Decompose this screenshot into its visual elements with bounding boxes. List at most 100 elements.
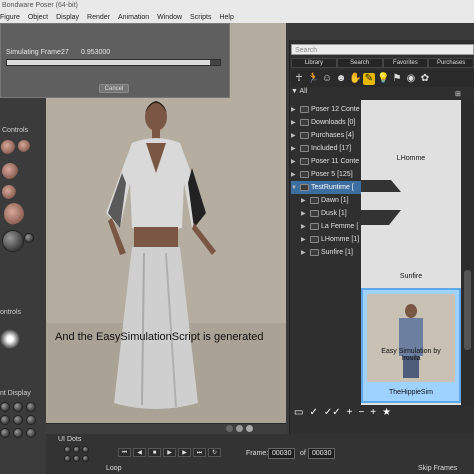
menu-help[interactable]: Help	[219, 12, 233, 23]
cameras-icon[interactable]: ⚑	[391, 73, 403, 85]
display-style-icon[interactable]	[26, 428, 36, 438]
hair-icon[interactable]: ☻	[335, 73, 347, 85]
hands-icon[interactable]: ✋	[349, 73, 361, 85]
ui-dot-icon[interactable]	[73, 446, 80, 453]
current-frame-field[interactable]: 00030	[268, 448, 296, 459]
library-tree-item[interactable]: ▶ Purchases [4]	[291, 129, 361, 142]
display-style-icon[interactable]	[13, 428, 23, 438]
loop-toggle-button[interactable]: ↻	[208, 448, 221, 457]
folder-icon[interactable]: ▭	[294, 407, 303, 418]
total-frames-field[interactable]: 00030	[308, 448, 336, 459]
expand-arrow-icon[interactable]: ▶	[301, 236, 308, 243]
hand-icon[interactable]	[2, 185, 16, 199]
favorite-star-icon[interactable]: ★	[382, 407, 391, 418]
add-icon[interactable]: +	[347, 407, 353, 418]
expand-arrow-icon[interactable]: ▶	[291, 171, 298, 178]
display-mode-icon[interactable]	[246, 425, 253, 432]
thumb-image-sunfire[interactable]	[361, 180, 461, 270]
tab-search[interactable]: Search	[336, 58, 383, 68]
face-icon[interactable]	[18, 140, 30, 152]
add-favorite-icon[interactable]: +	[370, 407, 376, 418]
trackball-small-icon[interactable]	[24, 233, 34, 243]
materials-icon[interactable]: ◉	[405, 73, 417, 85]
thumb-image[interactable]	[367, 294, 455, 382]
ui-dots-label[interactable]: UI Dots	[58, 436, 81, 443]
expand-arrow-icon[interactable]: ▶	[291, 145, 298, 152]
thumbnails-scrollbar[interactable]	[462, 100, 474, 405]
last-frame-button[interactable]: ⏭	[193, 448, 206, 457]
library-tree-item[interactable]: ▼ TestRuntime [	[291, 181, 361, 194]
light-icon[interactable]	[0, 329, 20, 349]
view-options-icon[interactable]: ⊞	[455, 90, 461, 98]
figure-icon[interactable]	[4, 203, 24, 225]
menu-render[interactable]: Render	[87, 12, 110, 23]
scrollbar-thumb[interactable]	[464, 270, 471, 350]
expand-arrow-icon[interactable]: ▼	[291, 185, 298, 191]
ui-dot-icon[interactable]	[82, 446, 89, 453]
library-tree-item[interactable]: ▶ Downloads [0]	[291, 116, 361, 129]
library-tree-item[interactable]: ▶ Poser 12 Conte	[291, 103, 361, 116]
menu-window[interactable]: Window	[157, 12, 182, 23]
trackball-icon[interactable]	[2, 230, 24, 252]
display-mode-icon[interactable]	[226, 425, 233, 432]
ui-dot-icon[interactable]	[73, 455, 80, 462]
apply-all-icon[interactable]: ✓✓	[324, 407, 341, 418]
first-frame-button[interactable]: ⏮	[118, 448, 131, 457]
library-tree-item[interactable]: ▶ La Femme [	[291, 220, 361, 233]
prev-key-button[interactable]: ◀	[133, 448, 146, 457]
display-style-icon[interactable]	[0, 415, 10, 425]
expand-arrow-icon[interactable]: ▶	[301, 197, 308, 204]
expand-arrow-icon[interactable]: ▶	[301, 223, 308, 230]
expand-arrow-icon[interactable]: ▶	[291, 132, 298, 139]
tab-purchases[interactable]: Purchases	[428, 58, 474, 68]
library-tree-item[interactable]: ▶ Dawn [1]	[291, 194, 361, 207]
ui-dot-icon[interactable]	[82, 455, 89, 462]
face-icon[interactable]	[2, 163, 18, 179]
figures-icon[interactable]: ☥	[293, 73, 305, 85]
expand-arrow-icon[interactable]: ▶	[291, 158, 298, 165]
remove-icon[interactable]: −	[358, 407, 364, 418]
next-key-button[interactable]: ▶	[178, 448, 191, 457]
face-icon[interactable]	[1, 140, 15, 154]
display-mode-icon[interactable]	[236, 425, 243, 432]
lights-icon[interactable]: 💡	[377, 73, 389, 85]
ui-dot-icon[interactable]	[64, 455, 71, 462]
library-tree-item[interactable]: ▶ Dusk [1]	[291, 207, 361, 220]
tab-library[interactable]: Library	[291, 58, 337, 68]
menu-scripts[interactable]: Scripts	[190, 12, 211, 23]
thumb-selected-hippiesim[interactable]: Easy Simulation by Irouila TheHippieSim	[361, 288, 461, 403]
tab-favorites[interactable]: Favorites	[382, 58, 429, 68]
scripts-icon[interactable]: ✎	[363, 72, 375, 85]
expand-arrow-icon[interactable]: ▶	[291, 119, 298, 126]
menu-display[interactable]: Display	[56, 12, 79, 23]
display-style-icon[interactable]	[26, 415, 36, 425]
library-all-filter[interactable]: ▼ All	[291, 88, 361, 98]
ui-dot-icon[interactable]	[64, 446, 71, 453]
library-search-input[interactable]: Search	[291, 44, 474, 55]
stop-button[interactable]: ■	[148, 448, 161, 457]
cancel-button[interactable]: Cancel	[99, 84, 129, 93]
menu-figure[interactable]: Figure	[0, 12, 20, 23]
expand-arrow-icon[interactable]: ▶	[301, 210, 308, 217]
play-button[interactable]: ▶	[163, 448, 176, 457]
display-style-icon[interactable]	[0, 428, 10, 438]
menu-animation[interactable]: Animation	[118, 12, 149, 23]
library-tree-item[interactable]: ▶ Poser 5 [125]	[291, 168, 361, 181]
library-tree-item[interactable]: ▶ Poser 11 Conte	[291, 155, 361, 168]
apply-icon[interactable]: ✓	[309, 407, 317, 418]
expand-arrow-icon[interactable]: ▶	[291, 106, 298, 113]
library-tree-item[interactable]: ▶ LHomme [1]	[291, 233, 361, 246]
display-style-icon[interactable]	[13, 415, 23, 425]
thumb-image[interactable]	[361, 100, 461, 148]
loop-label[interactable]: Loop	[106, 465, 122, 472]
poses-icon[interactable]: 🏃	[307, 73, 319, 85]
display-style-icon[interactable]	[0, 402, 10, 412]
display-style-icon[interactable]	[26, 402, 36, 412]
expand-arrow-icon[interactable]: ▶	[301, 249, 308, 256]
scenes-icon[interactable]: ✿	[419, 73, 431, 85]
skip-frames-label[interactable]: Skip Frames	[418, 465, 457, 472]
library-tree-item[interactable]: ▶ Included [17]	[291, 142, 361, 155]
menu-object[interactable]: Object	[28, 12, 48, 23]
expressions-icon[interactable]: ☺	[321, 73, 333, 85]
library-tree-item[interactable]: ▶ Sunfire [1]	[291, 246, 361, 259]
